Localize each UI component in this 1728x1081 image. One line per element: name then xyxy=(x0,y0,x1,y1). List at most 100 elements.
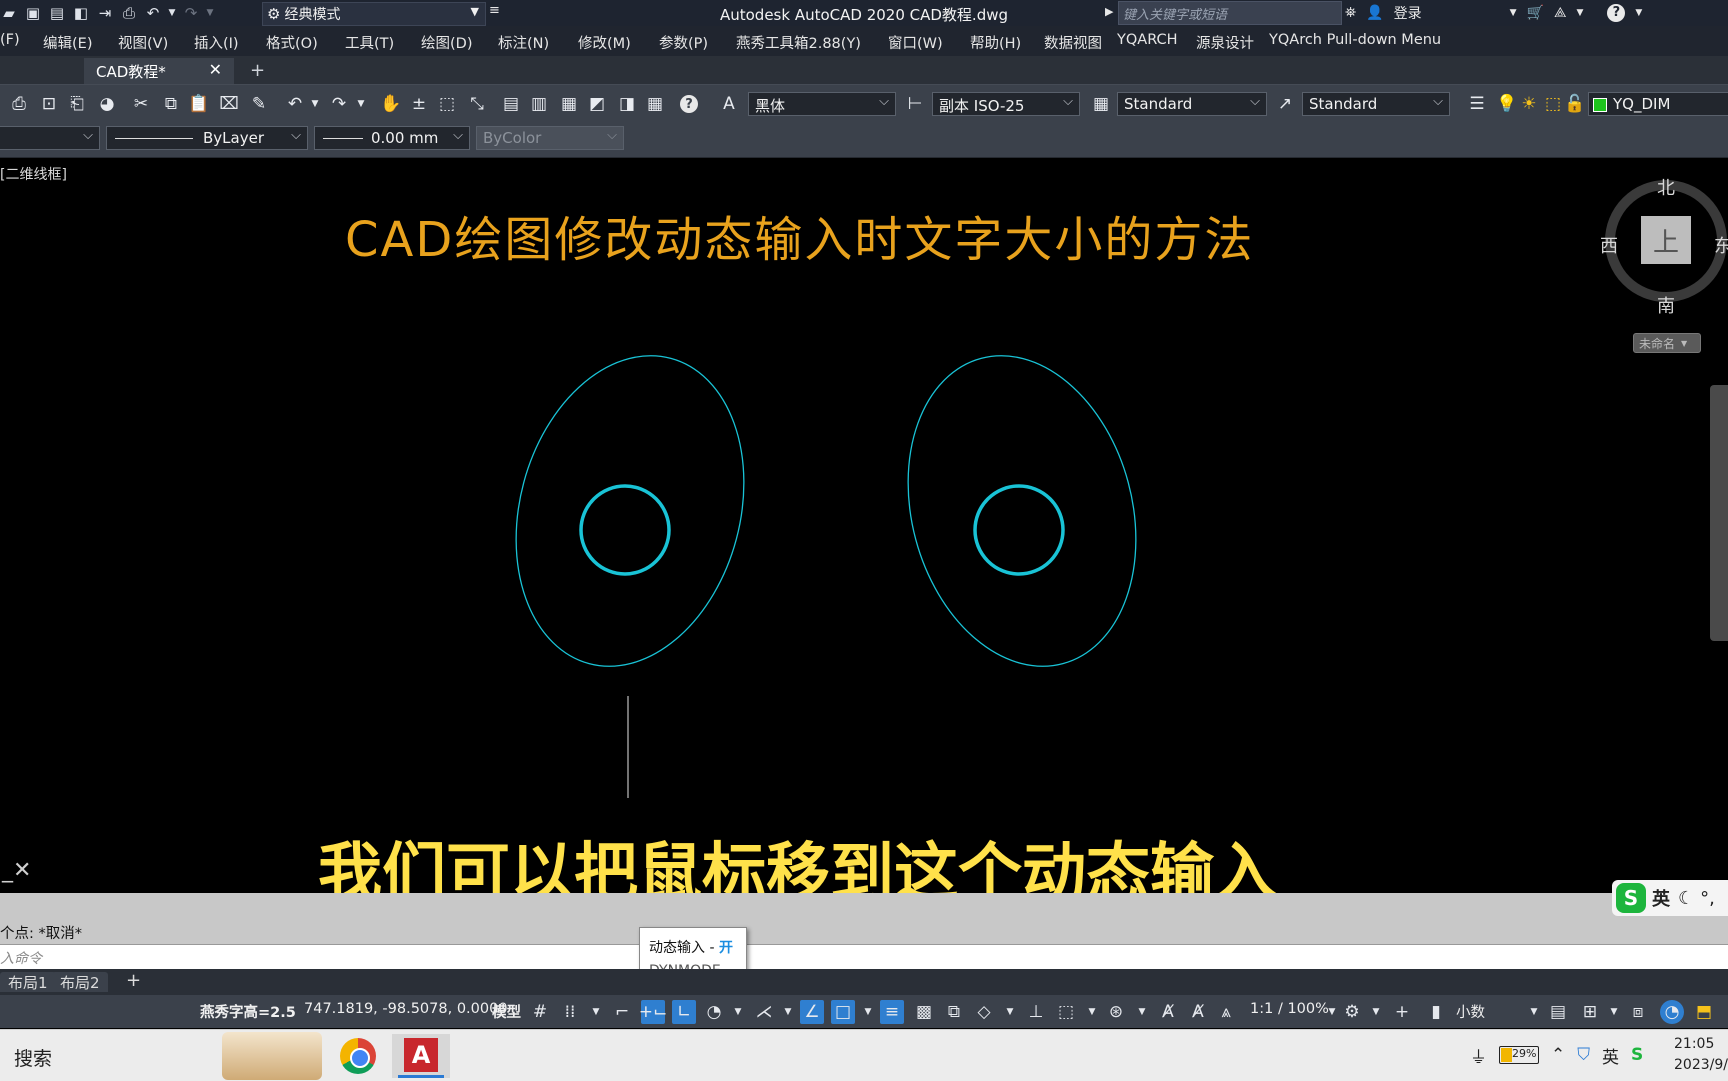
punctuation-icon[interactable]: °, xyxy=(1700,888,1715,909)
annotation-visibility-icon[interactable]: Ⱥ xyxy=(1156,1000,1180,1024)
gizmo-dropdown-icon[interactable]: ▼ xyxy=(1130,1000,1154,1024)
3d-osnap-icon[interactable]: ◇ xyxy=(972,1000,996,1024)
binoculars-icon[interactable]: ⛯ xyxy=(1345,5,1356,21)
zoom-previous-icon[interactable]: ⤡ xyxy=(466,93,488,115)
sun-icon[interactable]: ☀ xyxy=(1518,93,1540,115)
snap-icon[interactable]: ⁞⁞ xyxy=(558,1000,582,1024)
taskbar-search[interactable]: 搜索 xyxy=(14,1044,52,1071)
menu-help[interactable]: 帮助(H) xyxy=(970,32,1021,53)
lightbulb-icon[interactable]: 💡 xyxy=(1496,93,1518,115)
viewcube[interactable]: 北 南 西 东 上 xyxy=(1600,168,1728,318)
selection-filter-icon[interactable]: ⬚ xyxy=(1054,1000,1078,1024)
units-icon[interactable]: ▮ xyxy=(1424,1000,1448,1024)
help-search-input[interactable]: 键入关键字或短语 xyxy=(1118,1,1342,25)
object-snap-icon[interactable]: □ xyxy=(831,1000,855,1024)
redo-icon[interactable]: ↷ xyxy=(182,4,200,22)
menu-window[interactable]: 窗口(W) xyxy=(888,32,943,53)
calculator-icon[interactable]: ▦ xyxy=(644,93,666,115)
left-ellipse[interactable] xyxy=(483,330,777,692)
ime-toolbar[interactable]: S 英 ☾ °, xyxy=(1612,880,1728,916)
menu-yanxiu-toolbox[interactable]: 燕秀工具箱2.88(Y) xyxy=(736,32,861,53)
wcs-menu[interactable]: 未命名 ▼ xyxy=(1633,333,1701,353)
navigation-bar[interactable] xyxy=(1710,385,1728,641)
filter-dropdown-icon[interactable]: ▼ xyxy=(1080,1000,1104,1024)
color-dropdown[interactable]: ⌵ xyxy=(0,126,100,150)
units-dropdown-icon[interactable]: ▼ xyxy=(1522,1000,1546,1024)
redo-icon[interactable]: ↷ xyxy=(328,93,350,115)
polar-tracking-icon[interactable]: ◔ xyxy=(702,1000,726,1024)
menu-yqarch-pulldown[interactable]: YQArch Pull-down Menu xyxy=(1269,32,1441,48)
menu-dimension[interactable]: 标注(N) xyxy=(498,32,549,53)
match-properties-icon[interactable]: ⌧ xyxy=(218,93,240,115)
menu-parametric[interactable]: 参数(P) xyxy=(659,32,708,53)
osnap-dropdown-icon[interactable]: ▼ xyxy=(856,1000,880,1024)
multileader-style-dropdown[interactable]: Standard ⌵ xyxy=(1302,92,1450,116)
ime-lang[interactable]: 英 xyxy=(1652,885,1670,911)
menu-yuanquan[interactable]: 源泉设计 xyxy=(1196,32,1254,53)
dim-style-icon[interactable]: ⊢ xyxy=(904,93,926,115)
zoom-window-icon[interactable]: ⬚ xyxy=(436,93,458,115)
table-style-icon[interactable]: ▦ xyxy=(1090,93,1112,115)
security-shield-icon[interactable]: ⛉ xyxy=(1577,1045,1590,1065)
text-height-status[interactable]: 燕秀字高=2.5 xyxy=(200,1001,296,1022)
a360-icon[interactable]: ⟁ xyxy=(1554,5,1567,21)
properties-icon[interactable]: ▤ xyxy=(500,93,522,115)
multileader-style-icon[interactable]: ↗ xyxy=(1274,93,1296,115)
menu-insert[interactable]: 插入(I) xyxy=(194,32,239,53)
grid-icon[interactable]: # xyxy=(528,1000,552,1024)
object-snap-tracking-icon[interactable]: ∠ xyxy=(800,1000,824,1024)
login-dropdown-icon[interactable]: ▼ xyxy=(1510,8,1517,18)
menu-format[interactable]: 格式(O) xyxy=(266,32,318,53)
right-circle[interactable] xyxy=(973,484,1065,576)
quick-properties-icon[interactable]: ▤ xyxy=(1546,1000,1570,1024)
help-icon[interactable]: ? xyxy=(1607,4,1626,22)
polar-dropdown-icon[interactable]: ▼ xyxy=(726,1000,750,1024)
export-icon[interactable]: ◧ xyxy=(72,4,90,22)
plot-icon[interactable]: ⎙ xyxy=(8,93,30,115)
clean-screen-icon[interactable]: ⬒ xyxy=(1692,1000,1716,1024)
3d-osnap-dropdown-icon[interactable]: ▼ xyxy=(998,1000,1022,1024)
save-icon[interactable]: ▣ xyxy=(24,4,42,22)
markup-icon[interactable]: ◨ xyxy=(616,93,638,115)
gizmo-icon[interactable]: ⊛ xyxy=(1104,1000,1128,1024)
pan-icon[interactable]: ✋ xyxy=(380,93,402,115)
lock-ui-dropdown-icon[interactable]: ▼ xyxy=(1602,1000,1626,1024)
save-as-icon[interactable]: ▤ xyxy=(48,4,66,22)
undo-dropdown-icon[interactable]: ▼ xyxy=(304,93,326,115)
cart-icon[interactable]: 🛒 xyxy=(1527,5,1544,21)
units-value[interactable]: 小数 xyxy=(1456,1001,1485,1022)
ortho-icon[interactable]: ∟ xyxy=(672,1000,696,1024)
viewcube-top-face[interactable]: 上 xyxy=(1641,216,1691,264)
tray-expand-icon[interactable]: ⌃ xyxy=(1551,1045,1565,1065)
coordinates-readout[interactable]: 747.1819, -98.5078, 0.0000 xyxy=(304,1001,508,1017)
close-icon[interactable]: ✕ xyxy=(209,60,222,79)
expand-arrow-icon[interactable]: ▶ xyxy=(1105,5,1113,18)
zoom-realtime-icon[interactable]: ± xyxy=(408,93,430,115)
transparency-icon[interactable]: ▩ xyxy=(912,1000,936,1024)
menu-yqarch[interactable]: YQARCH xyxy=(1117,32,1178,48)
isometric-dropdown-icon[interactable]: ▼ xyxy=(776,1000,800,1024)
tab-layout1[interactable]: 布局1 xyxy=(0,972,56,992)
cut-icon[interactable]: ✂ xyxy=(130,93,152,115)
plus-icon[interactable]: + xyxy=(1390,1000,1414,1024)
menu-data-view[interactable]: 数据视图 xyxy=(1044,32,1102,53)
clock[interactable]: 21:05 2023/9/ xyxy=(1674,1034,1728,1076)
redo-dropdown-icon[interactable]: ▼ xyxy=(206,4,214,22)
ime-indicator[interactable]: 英 xyxy=(1602,1043,1619,1068)
block-editor-icon[interactable]: ✎ xyxy=(248,93,270,115)
help-dropdown-icon[interactable]: ▼ xyxy=(1635,8,1642,18)
redo-dropdown-icon[interactable]: ▼ xyxy=(350,93,372,115)
a360-dropdown-icon[interactable]: ▼ xyxy=(1577,8,1584,18)
viewport-label[interactable]: [二维线框] xyxy=(0,164,67,184)
paste-icon[interactable]: 📋 xyxy=(188,93,210,115)
workspace-dropdown[interactable]: ⚙ 经典模式 ▼ xyxy=(262,2,486,26)
menu-file[interactable]: (F) xyxy=(0,32,20,48)
publish-icon[interactable]: ⎗ xyxy=(66,93,88,115)
lineweight-dropdown[interactable]: 0.00 mm ⌵ xyxy=(314,126,470,150)
compass-west[interactable]: 西 xyxy=(1600,232,1618,258)
login-link[interactable]: 登录 xyxy=(1394,3,1422,23)
add-layout-icon[interactable]: + xyxy=(126,970,141,991)
menu-view[interactable]: 视图(V) xyxy=(118,32,168,53)
tool-palettes-icon[interactable]: ▦ xyxy=(558,93,580,115)
menu-tools[interactable]: 工具(T) xyxy=(345,32,394,53)
